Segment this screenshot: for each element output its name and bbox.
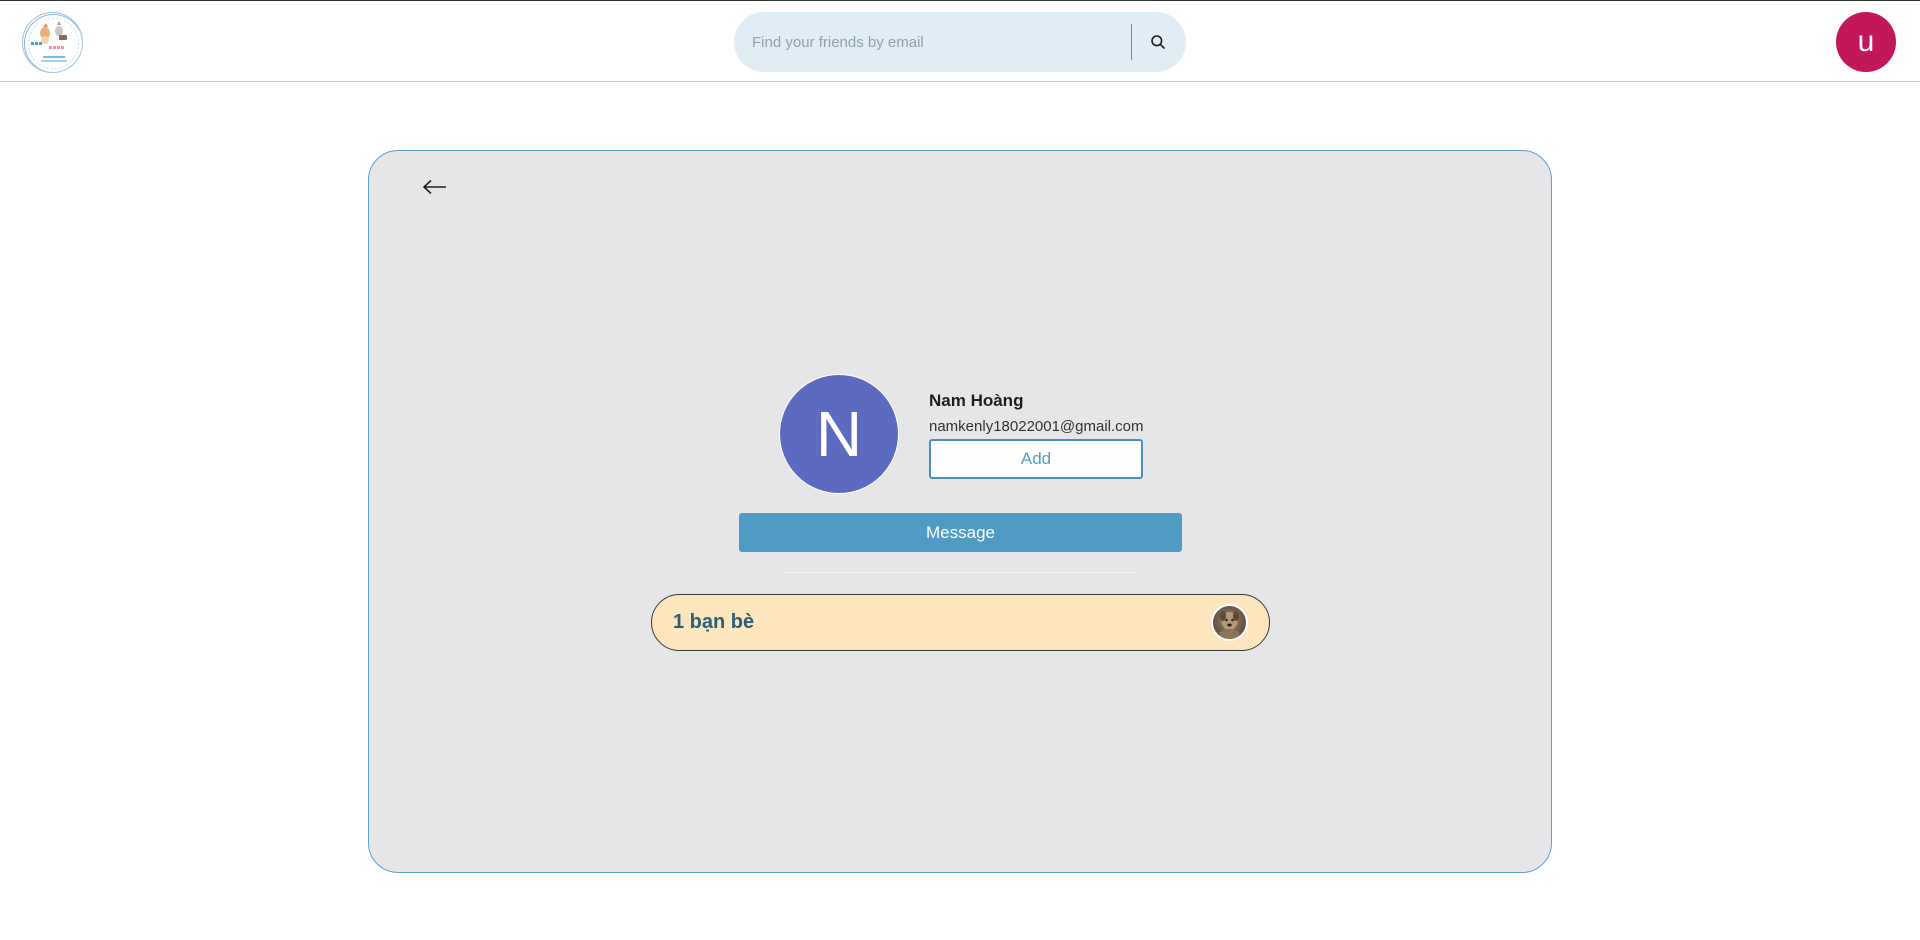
app-logo[interactable]	[22, 12, 83, 73]
section-divider	[784, 572, 1137, 573]
message-button[interactable]: Message	[739, 513, 1182, 552]
search-divider	[1131, 24, 1132, 60]
arrow-left-icon	[422, 179, 446, 195]
cat-logo-icon	[24, 14, 82, 72]
profile-avatar: N	[779, 374, 899, 494]
profile-name: Nam Hoàng	[929, 391, 1024, 410]
friends-count-label: 1 bạn bè	[673, 611, 755, 633]
dog-photo-icon	[1219, 611, 1240, 639]
add-friend-button[interactable]: Add	[929, 439, 1143, 479]
profile-card: N Nam Hoàng namkenly18022001@gmail.com A…	[368, 150, 1552, 873]
back-button[interactable]	[417, 169, 453, 205]
user-avatar[interactable]: u	[1836, 12, 1896, 72]
profile-email: namkenly18022001@gmail.com	[929, 418, 1144, 435]
top-navbar: u	[0, 0, 1920, 82]
search-icon	[1151, 35, 1165, 49]
search-input[interactable]	[752, 12, 1132, 72]
search-bar	[734, 12, 1186, 72]
friend-avatar	[1211, 604, 1248, 641]
friends-list-button[interactable]: 1 bạn bè	[651, 594, 1270, 651]
search-button[interactable]	[1138, 22, 1178, 62]
